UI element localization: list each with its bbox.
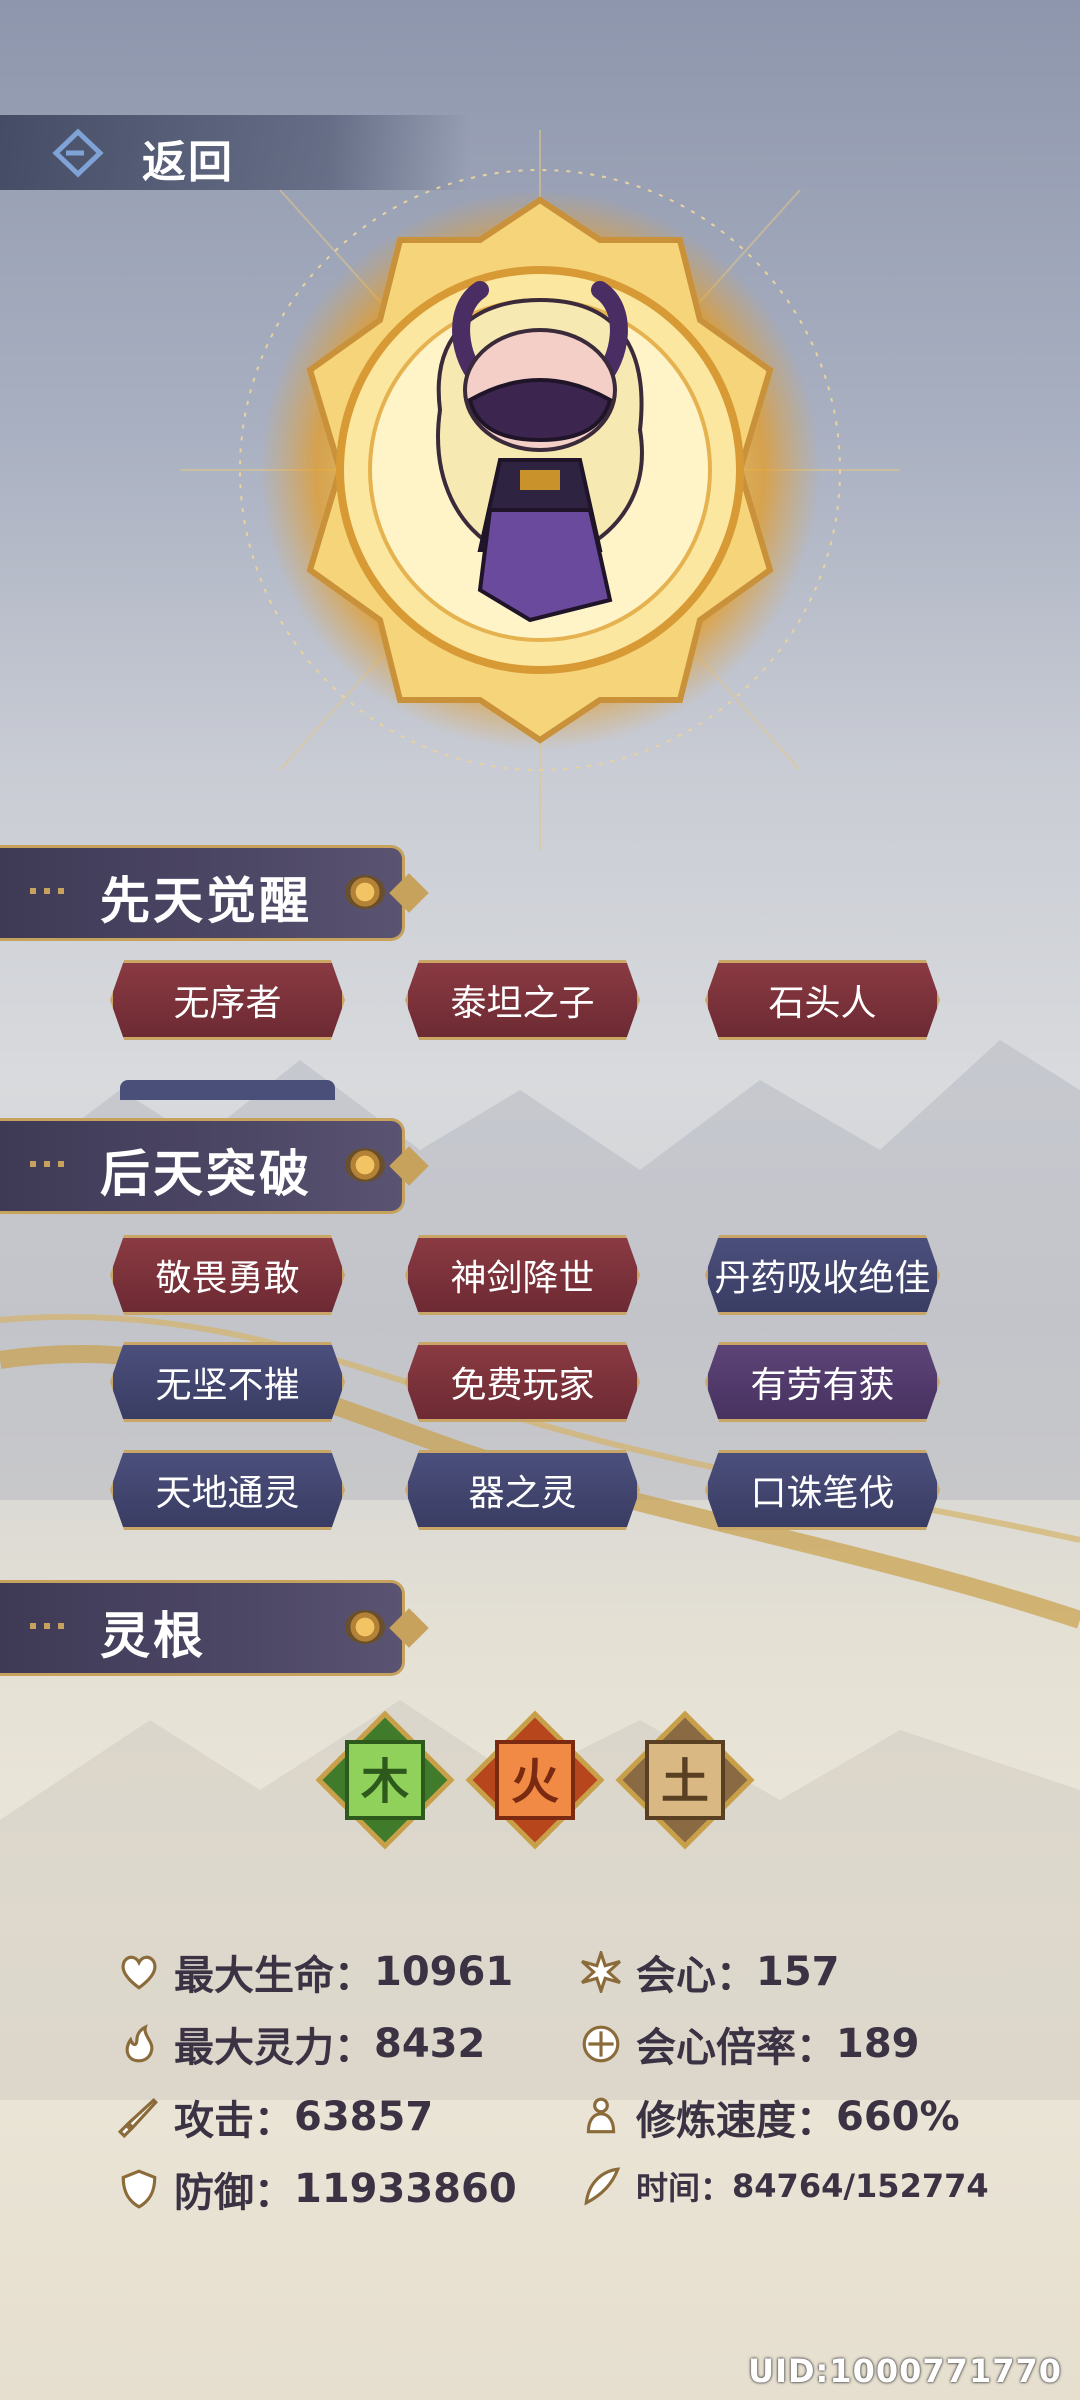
hidden-tag-edge [120, 1080, 335, 1100]
stat-label: 防御： [174, 2170, 294, 2216]
stat-label: 会心： [636, 1953, 756, 1999]
stat-label: 时间： [636, 2169, 733, 2207]
sword-icon [118, 2098, 158, 2138]
section-title: 先天觉醒 [100, 872, 312, 930]
section-title: 灵根 [100, 1607, 206, 1665]
stat-crit: 会心： 157 [580, 1943, 840, 2001]
stat-time: 时间： 84764/152774 [580, 2163, 989, 2209]
tag-label: 敬畏勇敢 [155, 1258, 300, 1299]
tag-label: 神剑降世 [450, 1258, 595, 1299]
stat-label: 最大生命： [174, 1953, 374, 1999]
back-arrow-icon[interactable] [48, 128, 108, 178]
acquired-breakthrough-header: 后天突破 [0, 1118, 429, 1214]
meditate-icon [586, 2097, 616, 2134]
shield-icon [121, 2169, 157, 2209]
character-portrait [180, 130, 900, 850]
stat-crit-rate: 会心倍率： 189 [580, 2015, 920, 2073]
gem-icon [345, 1610, 385, 1644]
acquired-tag-2[interactable]: 神剑降世 [405, 1235, 640, 1315]
stat-value: 63857 [294, 2094, 434, 2140]
stat-defense: 防御： 11933860 [118, 2160, 517, 2218]
stat-value: 189 [836, 2021, 920, 2067]
stat-value: 10961 [374, 1949, 514, 1995]
acquired-tag-9[interactable]: 口诛笔伐 [705, 1450, 940, 1530]
stat-value: 11933860 [294, 2166, 517, 2212]
wood-root-icon[interactable]: 木 [315, 1710, 455, 1850]
tag-label: 无序者 [173, 983, 282, 1024]
acquired-tag-8[interactable]: 器之灵 [405, 1450, 640, 1530]
stat-value: 8432 [374, 2021, 486, 2067]
acquired-tag-1[interactable]: 敬畏勇敢 [110, 1235, 345, 1315]
flame-icon [125, 2024, 154, 2063]
stat-max-hp: 最大生命： 10961 [118, 1943, 513, 2001]
tag-label: 口诛笔伐 [750, 1473, 895, 1514]
tag-label: 无坚不摧 [155, 1365, 300, 1406]
stat-label: 修炼速度： [636, 2098, 836, 2144]
acquired-tag-4[interactable]: 无坚不摧 [110, 1342, 345, 1422]
stat-label: 会心倍率： [636, 2025, 836, 2071]
innate-awakening-header: 先天觉醒 [0, 845, 429, 941]
stat-attack: 攻击： 63857 [118, 2088, 433, 2146]
svg-text:火: 火 [511, 1754, 559, 1810]
acquired-tag-3[interactable]: 丹药吸收绝佳 [705, 1235, 940, 1315]
stat-value: 157 [756, 1949, 840, 1995]
tag-label: 天地通灵 [155, 1473, 300, 1514]
stat-label: 攻击： [174, 2098, 294, 2144]
heart-icon [121, 1955, 157, 1990]
svg-text:木: 木 [361, 1754, 409, 1810]
acquired-tag-5[interactable]: 免费玩家 [405, 1342, 640, 1422]
stat-cultivation-speed: 修炼速度： 660% [580, 2088, 960, 2146]
innate-tag-3[interactable]: 石头人 [705, 960, 940, 1040]
stat-value: 660% [836, 2094, 960, 2140]
innate-tag-2[interactable]: 泰坦之子 [405, 960, 640, 1040]
fire-root-icon[interactable]: 火 [465, 1710, 605, 1850]
orb-icon [582, 2025, 620, 2063]
burst-icon [581, 1951, 621, 1993]
gem-icon [345, 1148, 385, 1182]
tag-label: 泰坦之子 [450, 983, 595, 1024]
stat-max-mana: 最大灵力： 8432 [118, 2015, 485, 2073]
earth-root-icon[interactable]: 土 [615, 1710, 755, 1850]
spirit-root-header: 灵根 [0, 1580, 429, 1676]
tag-label: 石头人 [768, 983, 877, 1024]
tag-label: 器之灵 [468, 1473, 577, 1514]
section-title: 后天突破 [100, 1145, 312, 1203]
gem-icon [345, 875, 385, 909]
uid-label: UID:1000771770 [748, 2352, 1062, 2390]
stat-value: 84764/152774 [732, 2167, 989, 2205]
tag-label: 免费玩家 [450, 1365, 595, 1406]
acquired-tag-6[interactable]: 有劳有获 [705, 1342, 940, 1422]
svg-text:土: 土 [661, 1754, 709, 1810]
feather-icon [584, 2167, 621, 2206]
tag-label: 有劳有获 [750, 1365, 895, 1406]
innate-tag-1[interactable]: 无序者 [110, 960, 345, 1040]
stat-label: 最大灵力： [174, 2025, 374, 2071]
tag-label: 丹药吸收绝佳 [714, 1258, 931, 1299]
acquired-tag-7[interactable]: 天地通灵 [110, 1450, 345, 1530]
